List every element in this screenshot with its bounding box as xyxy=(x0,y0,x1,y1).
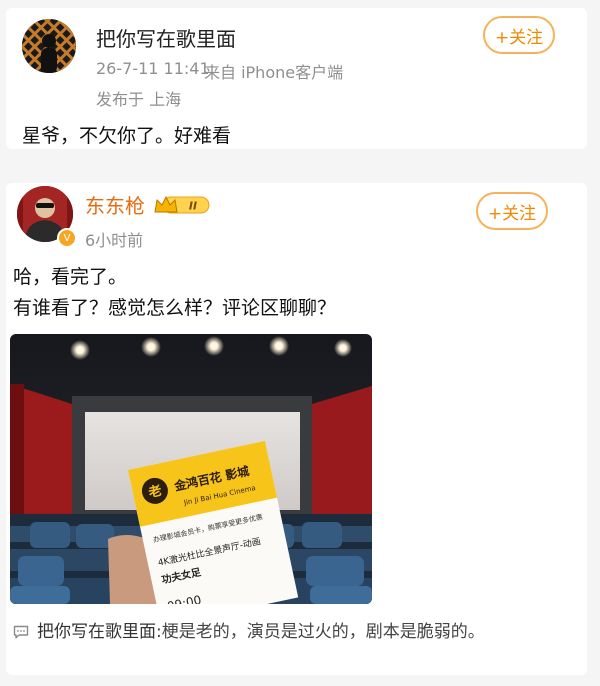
comment-username[interactable]: 把你写在歌里面 xyxy=(37,622,156,642)
username[interactable]: 东东枪 xyxy=(85,190,145,219)
post-photo[interactable]: 老 金鸿百花 影城 Jin Ji Bai Hua Cinema 办理影城会员卡，… xyxy=(10,334,372,604)
post-card: V 东东枪 II +关注 6小时前 哈，看完了。 有谁看了？感觉怎么样？评论区聊… xyxy=(6,183,587,675)
comment-icon xyxy=(13,625,29,639)
post-text-line: 哈，看完了。 xyxy=(13,266,128,288)
username[interactable]: 把你写在歌里面 xyxy=(96,23,236,52)
verified-icon: V xyxy=(57,228,77,248)
vip-crown-icon[interactable]: II xyxy=(153,194,211,216)
comment-text: 梗是老的，演员是过火的，剧本是脆弱的。 xyxy=(161,622,485,642)
post-card: 把你写在歌里面 +关注 26-7-11 11:41 来自 iPhone客户端 发… xyxy=(6,8,587,149)
post-timestamp: 26-7-11 11:41 xyxy=(96,59,210,78)
badge-level: II xyxy=(189,200,197,213)
post-text: 星爷，不欠你了。好难看 xyxy=(22,125,232,147)
follow-button[interactable]: +关注 xyxy=(483,16,555,54)
post-timestamp: 6小时前 xyxy=(85,231,144,250)
post-location: 发布于 上海 xyxy=(96,90,182,109)
comment-preview[interactable]: 把你写在歌里面:梗是老的，演员是过火的，剧本是脆弱的。 xyxy=(13,619,573,646)
post-source[interactable]: 来自 iPhone客户端 xyxy=(204,59,343,83)
avatar[interactable] xyxy=(22,19,76,73)
post-text-line: 有谁看了？感觉怎么样？评论区聊聊？ xyxy=(13,297,337,319)
follow-button[interactable]: +关注 xyxy=(476,192,548,230)
